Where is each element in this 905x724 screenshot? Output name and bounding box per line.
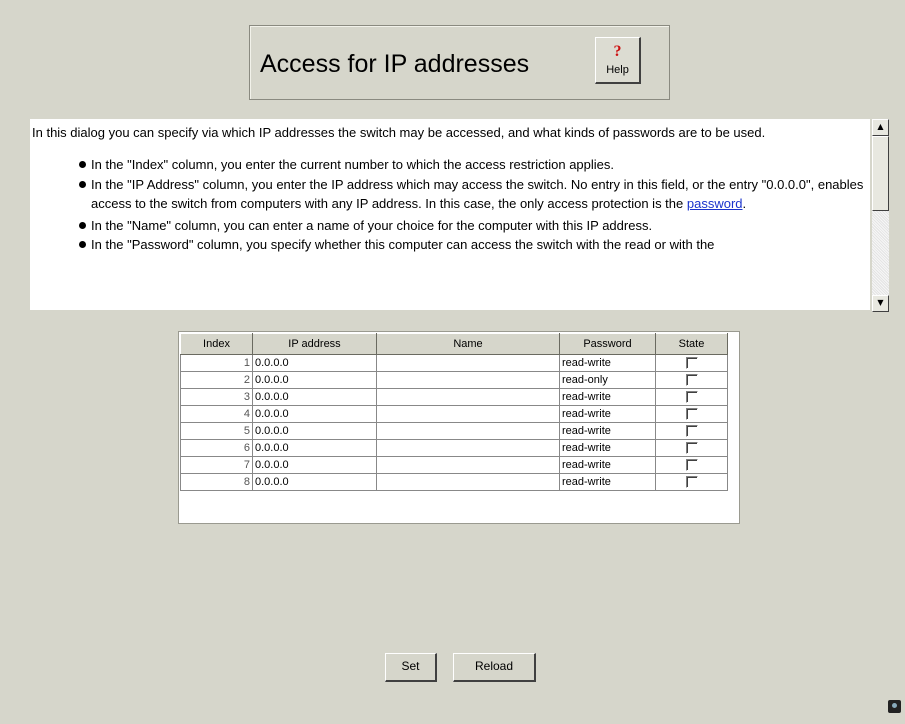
state-checkbox[interactable]	[685, 459, 698, 472]
password-cell[interactable]: read-write	[559, 422, 656, 440]
page-title: Access for IP addresses	[260, 50, 530, 78]
index-cell: 6	[180, 439, 253, 457]
state-checkbox[interactable]	[685, 374, 698, 387]
password-cell[interactable]: read-write	[559, 456, 656, 474]
password-cell[interactable]: read-write	[559, 354, 656, 372]
table-row[interactable]: 3 0.0.0.0 read-write	[180, 388, 728, 406]
index-cell: 8	[180, 473, 253, 491]
reload-button[interactable]: Reload	[453, 653, 536, 682]
column-header-ip-address[interactable]: IP address	[252, 333, 377, 355]
name-cell[interactable]	[376, 456, 560, 474]
ip-address-cell[interactable]: 0.0.0.0	[252, 473, 377, 491]
description-bullet-index: In the "Index" column, you enter the cur…	[79, 155, 864, 174]
state-checkbox[interactable]	[685, 408, 698, 421]
column-header-password[interactable]: Password	[559, 333, 656, 355]
table-row[interactable]: 1 0.0.0.0 read-write	[180, 354, 728, 372]
description-bullet-ip-address: In the "IP Address" column, you enter th…	[79, 177, 864, 211]
ip-address-cell[interactable]: 0.0.0.0	[252, 354, 377, 372]
name-cell[interactable]	[376, 354, 560, 372]
description-bullet-password: In the "Password" column, you specify wh…	[79, 235, 864, 254]
state-cell	[655, 422, 728, 440]
state-cell	[655, 473, 728, 491]
password-link[interactable]: password	[687, 196, 743, 211]
name-cell[interactable]	[376, 405, 560, 423]
index-cell: 5	[180, 422, 253, 440]
description-intro: In this dialog you can specify via which…	[32, 125, 766, 140]
ip-address-cell[interactable]: 0.0.0.0	[252, 422, 377, 440]
state-cell	[655, 371, 728, 389]
description-list: In the "Index" column, you enter the cur…	[32, 155, 864, 254]
state-checkbox[interactable]	[685, 357, 698, 370]
question-mark-icon: ?	[613, 43, 622, 60]
ip-address-cell[interactable]: 0.0.0.0	[252, 371, 377, 389]
state-cell	[655, 354, 728, 372]
column-header-index[interactable]: Index	[180, 333, 253, 355]
scroll-down-arrow-icon[interactable]: ▼	[872, 295, 889, 312]
table-row[interactable]: 6 0.0.0.0 read-write	[180, 439, 728, 457]
description-bullet-name: In the "Name" column, you can enter a na…	[79, 216, 864, 235]
table-row[interactable]: 2 0.0.0.0 read-only	[180, 371, 728, 389]
title-panel: Access for IP addresses ? Help	[249, 25, 670, 100]
table-row[interactable]: 7 0.0.0.0 read-write	[180, 456, 728, 474]
ip-address-cell[interactable]: 0.0.0.0	[252, 388, 377, 406]
scroll-up-arrow-icon[interactable]: ▲	[872, 119, 889, 136]
index-cell: 1	[180, 354, 253, 372]
access-table: Index IP address Name Password State 1 0.…	[180, 333, 728, 491]
name-cell[interactable]	[376, 422, 560, 440]
table-row[interactable]: 8 0.0.0.0 read-write	[180, 473, 728, 491]
index-cell: 2	[180, 371, 253, 389]
set-button[interactable]: Set	[385, 653, 437, 682]
scroll-thumb[interactable]	[872, 136, 889, 211]
state-checkbox[interactable]	[685, 442, 698, 455]
help-button[interactable]: ? Help	[595, 37, 641, 84]
state-checkbox[interactable]	[685, 425, 698, 438]
state-checkbox[interactable]	[685, 476, 698, 489]
column-header-name[interactable]: Name	[376, 333, 560, 355]
password-cell[interactable]: read-write	[559, 439, 656, 457]
state-cell	[655, 439, 728, 457]
name-cell[interactable]	[376, 439, 560, 457]
password-cell[interactable]: read-write	[559, 388, 656, 406]
ip-address-cell[interactable]: 0.0.0.0	[252, 439, 377, 457]
index-cell: 4	[180, 405, 253, 423]
state-cell	[655, 405, 728, 423]
access-table-panel: Index IP address Name Password State 1 0.…	[178, 331, 740, 524]
index-cell: 3	[180, 388, 253, 406]
name-cell[interactable]	[376, 371, 560, 389]
index-cell: 7	[180, 456, 253, 474]
status-indicator-icon	[888, 700, 901, 713]
help-button-label: Help	[606, 64, 629, 76]
table-row[interactable]: 5 0.0.0.0 read-write	[180, 422, 728, 440]
name-cell[interactable]	[376, 388, 560, 406]
password-cell[interactable]: read-only	[559, 371, 656, 389]
table-row[interactable]: 4 0.0.0.0 read-write	[180, 405, 728, 423]
column-header-state[interactable]: State	[655, 333, 728, 355]
description-scrollbar[interactable]: ▲ ▼	[872, 119, 889, 312]
password-cell[interactable]: read-write	[559, 405, 656, 423]
table-header-row: Index IP address Name Password State	[180, 333, 728, 355]
state-checkbox[interactable]	[685, 391, 698, 404]
password-cell[interactable]: read-write	[559, 473, 656, 491]
ip-address-cell[interactable]: 0.0.0.0	[252, 405, 377, 423]
state-cell	[655, 456, 728, 474]
name-cell[interactable]	[376, 473, 560, 491]
description-pane: In this dialog you can specify via which…	[30, 119, 870, 310]
ip-address-cell[interactable]: 0.0.0.0	[252, 456, 377, 474]
state-cell	[655, 388, 728, 406]
